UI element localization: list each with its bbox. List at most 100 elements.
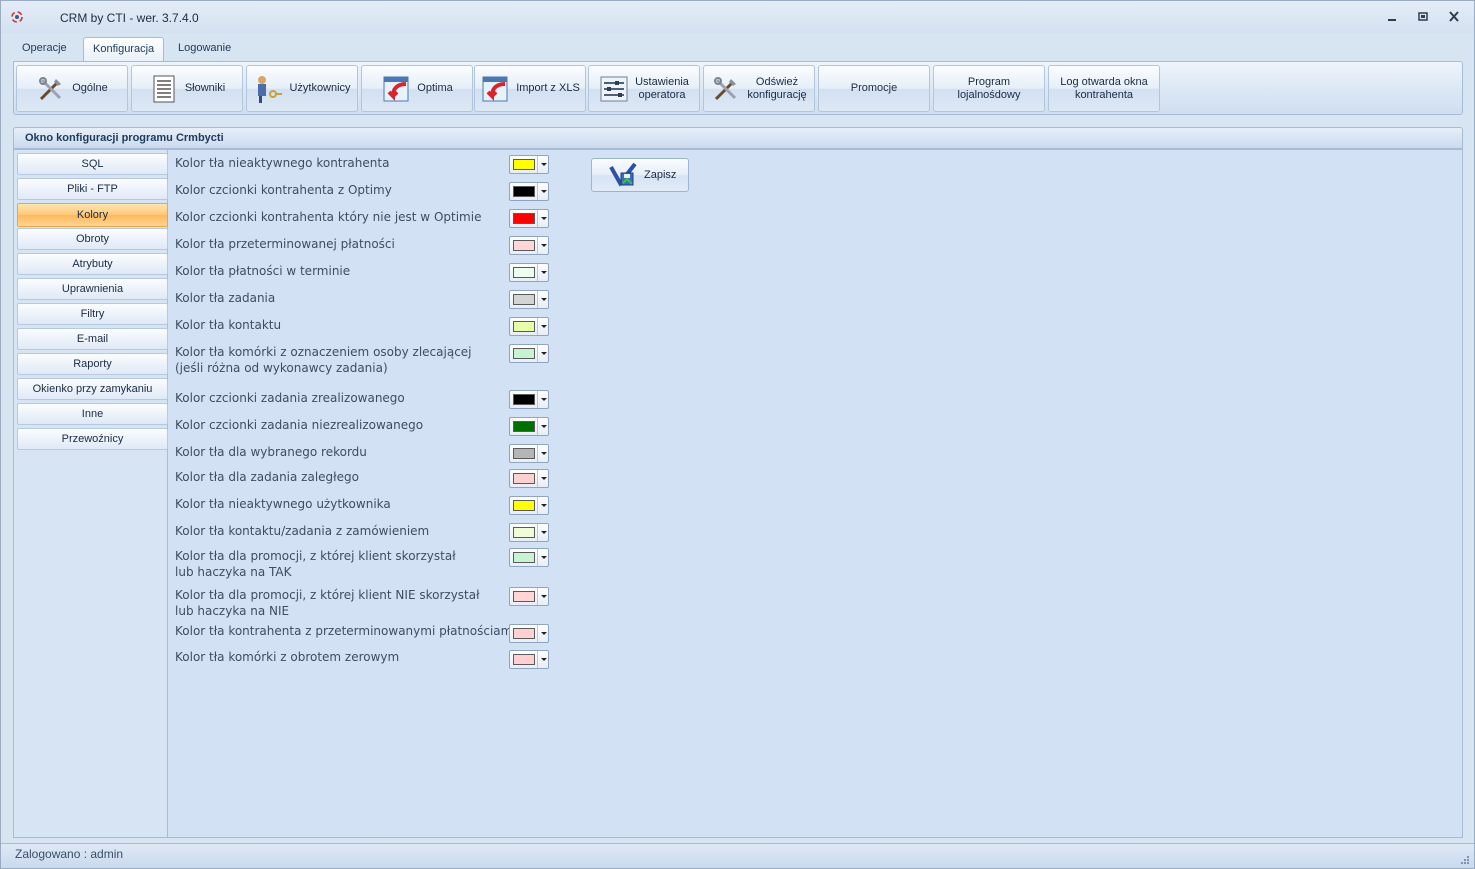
nav-obroty[interactable]: Obroty — [17, 228, 168, 250]
color-setting-label: Kolor czcionki kontrahenta który nie jes… — [175, 210, 482, 224]
dropdown-arrow-icon[interactable] — [537, 345, 548, 362]
color-setting-label: Kolor tła kontaktu — [175, 318, 282, 332]
tab-logowanie[interactable]: Logowanie — [169, 37, 240, 62]
import-xls-button[interactable]: Import z XLS — [474, 65, 586, 112]
dropdown-arrow-icon[interactable] — [537, 264, 548, 281]
color-setting-label: Kolor tła komórki z oznaczeniem osoby zl… — [175, 345, 472, 375]
color-swatch — [513, 267, 535, 278]
program-lojalnosciowy-label: Program lojalnośdowy — [957, 75, 1021, 101]
color-picker[interactable] — [509, 587, 549, 606]
color-picker[interactable] — [509, 650, 549, 669]
dropdown-arrow-icon[interactable] — [537, 549, 548, 566]
resize-grip-icon[interactable] — [1460, 855, 1470, 865]
dropdown-arrow-icon[interactable] — [537, 210, 548, 227]
dropdown-arrow-icon[interactable] — [537, 625, 548, 642]
nav-email[interactable]: E-mail — [17, 328, 168, 350]
color-swatch — [513, 348, 535, 359]
log-okna-kontrahenta-label: Log otwarda okna kontrahenta — [1060, 75, 1148, 101]
config-nav: SQL Pliki - FTP Kolory Obroty Atrybuty U… — [14, 150, 168, 837]
ustawienia-operatora-button[interactable]: Ustawienia operatora — [588, 65, 700, 112]
color-picker[interactable] — [509, 496, 549, 515]
dropdown-arrow-icon[interactable] — [537, 291, 548, 308]
color-picker[interactable] — [509, 390, 549, 409]
color-setting-label: Kolor tła zadania — [175, 291, 276, 305]
nav-atrybuty[interactable]: Atrybuty — [17, 253, 168, 275]
color-swatch — [513, 159, 535, 170]
config-panel: SQL Pliki - FTP Kolory Obroty Atrybuty U… — [13, 149, 1463, 838]
dropdown-arrow-icon[interactable] — [537, 156, 548, 173]
sliders-icon — [600, 76, 628, 101]
color-setting-label: Kolor czcionki zadania zrealizowanego — [175, 391, 405, 405]
color-picker[interactable] — [509, 182, 549, 201]
panel-title: Okno konfiguracji programu Crmbycti — [13, 127, 1463, 149]
import-xls-label: Import z XLS — [516, 82, 580, 94]
color-picker[interactable] — [509, 417, 549, 436]
color-setting-label: Kolor tła kontaktu/zadania z zamówieniem — [175, 524, 430, 538]
dropdown-arrow-icon[interactable] — [537, 651, 548, 668]
nav-kolory[interactable]: Kolory — [17, 203, 168, 227]
color-picker[interactable] — [509, 317, 549, 336]
save-button[interactable]: Zapisz — [591, 158, 689, 192]
promocje-button[interactable]: Promocje — [818, 65, 930, 112]
optima-button[interactable]: Optima — [361, 65, 473, 112]
color-setting-label: Kolor tła płatności w terminie — [175, 264, 351, 278]
color-swatch — [513, 321, 535, 332]
color-picker[interactable] — [509, 469, 549, 488]
color-picker[interactable] — [509, 263, 549, 282]
dropdown-arrow-icon[interactable] — [537, 445, 548, 462]
color-picker[interactable] — [509, 523, 549, 542]
document-list-icon — [153, 75, 175, 102]
color-swatch — [513, 448, 535, 459]
color-swatch — [513, 500, 535, 511]
color-picker[interactable] — [509, 624, 549, 643]
color-setting-label: Kolor tła dla zadania zaległego — [175, 470, 359, 484]
dropdown-arrow-icon[interactable] — [537, 418, 548, 435]
color-picker[interactable] — [509, 236, 549, 255]
color-setting-label: Kolor tła kontrahenta z przeterminowanym… — [175, 624, 516, 638]
program-lojalnosciowy-button[interactable]: Program lojalnośdowy — [933, 65, 1045, 112]
color-swatch — [513, 591, 535, 602]
nav-okienko-przy-zamykaniu[interactable]: Okienko przy zamykaniu — [17, 378, 168, 400]
dropdown-arrow-icon[interactable] — [537, 183, 548, 200]
dropdown-arrow-icon[interactable] — [537, 391, 548, 408]
uzytkownicy-button[interactable]: Użytkownicy — [246, 65, 358, 112]
nav-pliki-ftp[interactable]: Pliki - FTP — [17, 178, 168, 200]
odswiez-konfiguracje-label: Odśwież konfigurację — [747, 75, 807, 101]
restore-icon[interactable] — [1416, 11, 1430, 23]
tab-operacje[interactable]: Operacje — [13, 37, 76, 62]
colors-settings: Kolor tła nieaktywnego kontrahenta Kolor… — [169, 150, 1462, 837]
nav-raporty[interactable]: Raporty — [17, 353, 168, 375]
ogolne-button[interactable]: Ogólne — [16, 65, 128, 112]
nav-uprawnienia[interactable]: Uprawnienia — [17, 278, 168, 300]
color-picker[interactable] — [509, 344, 549, 363]
nav-filtry[interactable]: Filtry — [17, 303, 168, 325]
user-key-icon — [258, 75, 283, 103]
dropdown-arrow-icon[interactable] — [537, 497, 548, 514]
dropdown-arrow-icon[interactable] — [537, 470, 548, 487]
color-picker[interactable] — [509, 548, 549, 567]
dropdown-arrow-icon[interactable] — [537, 237, 548, 254]
color-picker[interactable] — [509, 209, 549, 228]
nav-sql[interactable]: SQL — [17, 153, 168, 175]
tab-konfiguracja[interactable]: Konfiguracja — [83, 37, 165, 62]
ustawienia-operatora-label: Ustawienia operatora — [635, 75, 689, 101]
dropdown-arrow-icon[interactable] — [537, 588, 548, 605]
dropdown-arrow-icon[interactable] — [537, 524, 548, 541]
ogolne-label: Ogólne — [72, 82, 108, 94]
color-setting-label: Kolor tła dla wybranego rekordu — [175, 445, 367, 459]
close-icon[interactable] — [1447, 11, 1461, 23]
slowniki-button[interactable]: Słowniki — [131, 65, 243, 112]
color-setting-label: Kolor czcionki kontrahenta z Optimy — [175, 183, 392, 197]
color-picker[interactable] — [509, 444, 549, 463]
dropdown-arrow-icon[interactable] — [537, 318, 548, 335]
color-setting-label: Kolor tła komórki z obrotem zerowym — [175, 650, 400, 664]
odswiez-konfiguracje-button[interactable]: Odśwież konfigurację — [703, 65, 815, 112]
nav-inne[interactable]: Inne — [17, 403, 168, 425]
color-swatch — [513, 394, 535, 405]
color-picker[interactable] — [509, 290, 549, 309]
color-picker[interactable] — [509, 155, 549, 174]
minimize-icon[interactable] — [1385, 11, 1399, 23]
log-okna-kontrahenta-button[interactable]: Log otwarda okna kontrahenta — [1048, 65, 1160, 112]
nav-przewoznicy[interactable]: Przewoźnicy — [17, 428, 168, 450]
title-bar: CRM by CTI - wer. 3.7.4.0 — [1, 1, 1474, 33]
